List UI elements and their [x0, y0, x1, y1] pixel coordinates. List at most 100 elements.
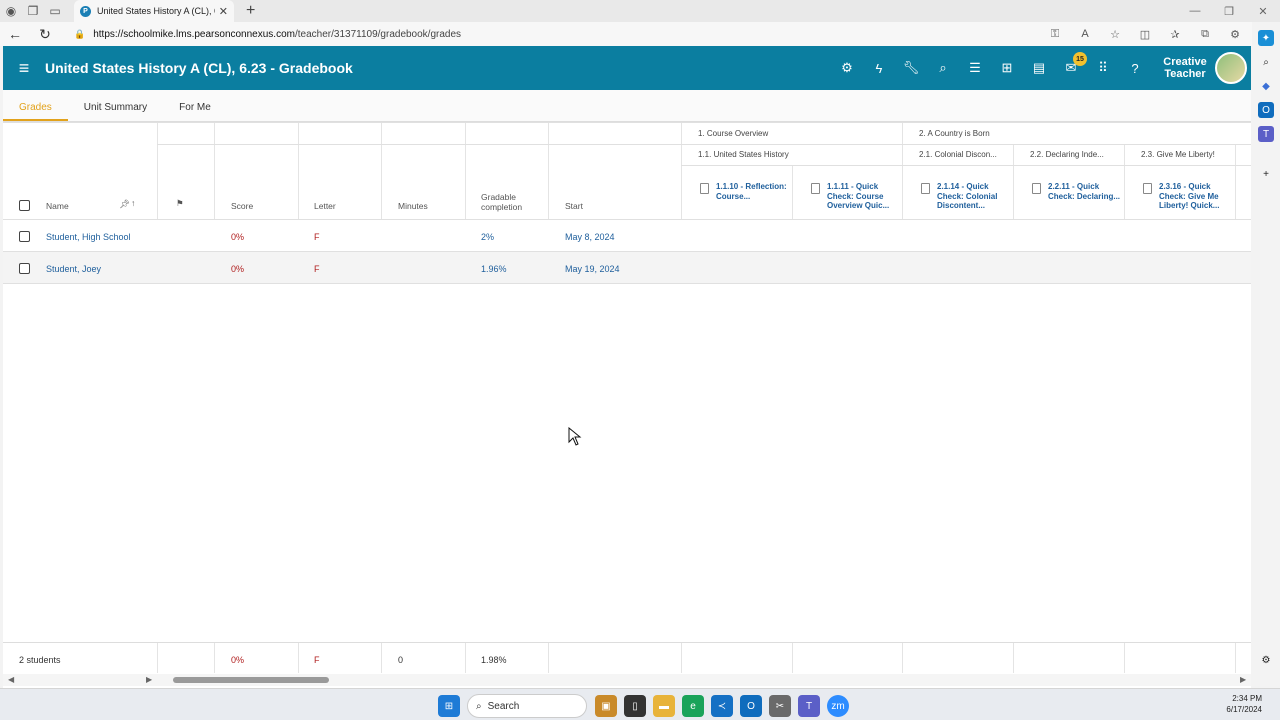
shopping-icon[interactable]: ◆: [1258, 78, 1274, 94]
clock-time: 2:34 PM: [1232, 694, 1262, 703]
footer-minutes: 0: [398, 655, 404, 665]
add-box-icon[interactable]: ⊞: [991, 60, 1023, 76]
briefcase-icon[interactable]: ▣: [595, 695, 617, 717]
profile-icon[interactable]: ◉: [0, 0, 22, 22]
score-column-header[interactable]: Score: [231, 201, 253, 211]
vs-code-icon[interactable]: ≺: [711, 695, 733, 717]
filter-icon[interactable]: ☰: [959, 60, 991, 76]
help-icon[interactable]: ?: [1119, 61, 1151, 76]
table-row[interactable]: [3, 252, 1251, 283]
zoom-icon[interactable]: zm: [827, 695, 849, 717]
restore-icon[interactable]: ❐: [1212, 5, 1246, 18]
add-sidebar-icon[interactable]: +: [1258, 166, 1274, 182]
footer-letter: F: [314, 655, 320, 665]
minutes-column-header[interactable]: Minutes: [398, 201, 428, 211]
mouse-cursor-icon: [568, 427, 582, 446]
sub-tabs: Grades Unit Summary For Me: [3, 90, 1251, 122]
student-name[interactable]: Student, Joey: [46, 264, 101, 274]
read-aloud-icon[interactable]: A: [1070, 28, 1100, 40]
extensions-icon[interactable]: ⚙: [1220, 28, 1250, 41]
notifications-icon[interactable]: ✉ 15: [1055, 52, 1087, 76]
assignment-header-2[interactable]: 1.1.11 - Quick Check: Course Overview Qu…: [827, 182, 907, 211]
tab-for-me[interactable]: For Me: [163, 102, 227, 121]
search-document-icon[interactable]: ⌕: [927, 60, 959, 76]
favorite-star-icon[interactable]: ☆: [1100, 28, 1130, 41]
workspaces-icon[interactable]: ❐: [22, 0, 44, 22]
url-field[interactable]: 🔒 https://schoolmike.lms.pearsonconnexus…: [74, 29, 461, 40]
student-letter: F: [314, 264, 320, 274]
scrollbar-thumb[interactable]: [173, 677, 329, 683]
settings-gear-icon[interactable]: ⚙: [831, 60, 863, 76]
snipping-tool-icon[interactable]: ✂: [769, 695, 791, 717]
row-checkbox[interactable]: [19, 231, 30, 242]
collections-icon[interactable]: ⧉: [1190, 28, 1220, 41]
split-screen-icon[interactable]: ◫: [1130, 28, 1160, 41]
select-all-checkbox[interactable]: [19, 200, 30, 211]
back-icon[interactable]: ←: [0, 26, 30, 42]
sort-up-icon[interactable]: ↑: [131, 198, 135, 208]
system-clock[interactable]: 2:34 PM 6/17/2024: [1226, 693, 1262, 715]
assignment-header-1[interactable]: 1.1.10 - Reflection: Course...: [716, 182, 796, 201]
tab-grades[interactable]: Grades: [3, 102, 68, 121]
minimize-icon[interactable]: —: [1178, 5, 1212, 18]
lock-icon: 🔒: [74, 28, 86, 39]
apps-grid-icon[interactable]: ⠿: [1087, 60, 1119, 76]
lesson-header-1: 1.1. United States History: [698, 150, 789, 159]
teams-icon[interactable]: T: [798, 695, 820, 717]
tab-unit-summary[interactable]: Unit Summary: [68, 102, 163, 121]
file-explorer-icon[interactable]: ▬: [653, 695, 675, 717]
student-score: 0%: [231, 232, 245, 242]
windows-taskbar: ⊞ ⌕ Search ▣ ▯ ▬ e ≺ O ✂ T zm 2:34 PM 6/…: [0, 688, 1280, 720]
table-row[interactable]: [3, 220, 1251, 251]
sidebar-settings-icon[interactable]: ⚙: [1258, 652, 1274, 668]
favorites-icon[interactable]: ✰: [1160, 28, 1190, 41]
teams-icon[interactable]: T: [1258, 126, 1274, 142]
clipboard-icon[interactable]: ▤: [1023, 60, 1055, 76]
student-name[interactable]: Student, High School: [46, 232, 131, 242]
key-icon[interactable]: ⚿: [1040, 28, 1070, 41]
page-title: United States History A (CL), 6.23 - Gra…: [45, 60, 353, 76]
assignment-doc-icon: [1032, 183, 1041, 194]
start-column-header[interactable]: Start: [565, 201, 583, 211]
horizontal-scrollbar[interactable]: ◀ ▶ ▶: [3, 674, 1251, 686]
row-checkbox[interactable]: [19, 263, 30, 274]
close-window-icon[interactable]: ✕: [1246, 5, 1280, 18]
gradable-column-header[interactable]: Gradable completion: [481, 192, 541, 212]
new-tab-icon[interactable]: +: [246, 2, 255, 20]
task-view-icon[interactable]: ▯: [624, 695, 646, 717]
copilot-icon[interactable]: ✦: [1258, 30, 1274, 46]
close-tab-icon[interactable]: ✕: [219, 5, 228, 18]
user-name[interactable]: Creative Teacher: [1161, 56, 1209, 80]
assignment-doc-icon: [700, 183, 709, 194]
student-gradable: 1.96%: [481, 264, 507, 274]
search-icon[interactable]: ⌕: [1258, 54, 1274, 70]
browser-tab[interactable]: P United States History A (CL), 6.23 ✕: [74, 0, 234, 22]
tab-actions-icon[interactable]: ▭: [44, 0, 66, 22]
hamburger-menu-icon[interactable]: ≡: [3, 58, 45, 79]
taskbar-search[interactable]: ⌕ Search: [467, 694, 587, 718]
letter-column-header[interactable]: Letter: [314, 201, 336, 211]
refresh-icon[interactable]: ↻: [30, 26, 60, 43]
flag-icon[interactable]: ⚑: [176, 198, 184, 209]
assignment-header-3[interactable]: 2.1.14 - Quick Check: Colonial Disconten…: [937, 182, 1017, 211]
browser-tab-bar: ◉ ❐ ▭ P United States History A (CL), 6.…: [0, 0, 1280, 22]
footer-score: 0%: [231, 655, 245, 665]
pin-icon[interactable]: 📌︎: [119, 199, 130, 210]
lightning-icon[interactable]: ϟ: [863, 61, 895, 76]
pearson-favicon-icon: P: [80, 5, 91, 17]
avatar[interactable]: [1215, 52, 1247, 84]
start-icon[interactable]: ⊞: [438, 695, 460, 717]
edge-icon[interactable]: e: [682, 695, 704, 717]
gradebook-app: ≡ United States History A (CL), 6.23 - G…: [3, 46, 1251, 688]
scroll-left-icon[interactable]: ◀: [8, 675, 14, 684]
wrench-icon[interactable]: 🔧︎: [895, 60, 927, 76]
outlook-icon[interactable]: O: [1258, 102, 1274, 118]
scroll-right-icon[interactable]: ▶: [1240, 675, 1246, 684]
browser-tab-title: United States History A (CL), 6.23: [97, 6, 215, 16]
name-column-header[interactable]: Name: [46, 201, 69, 211]
outlook-icon[interactable]: O: [740, 695, 762, 717]
student-score: 0%: [231, 264, 245, 274]
assignment-header-5[interactable]: 2.3.16 - Quick Check: Give Me Liberty! Q…: [1159, 182, 1239, 211]
scroll-left-end-icon[interactable]: ▶: [146, 675, 152, 684]
assignment-header-4[interactable]: 2.2.11 - Quick Check: Declaring...: [1048, 182, 1128, 201]
